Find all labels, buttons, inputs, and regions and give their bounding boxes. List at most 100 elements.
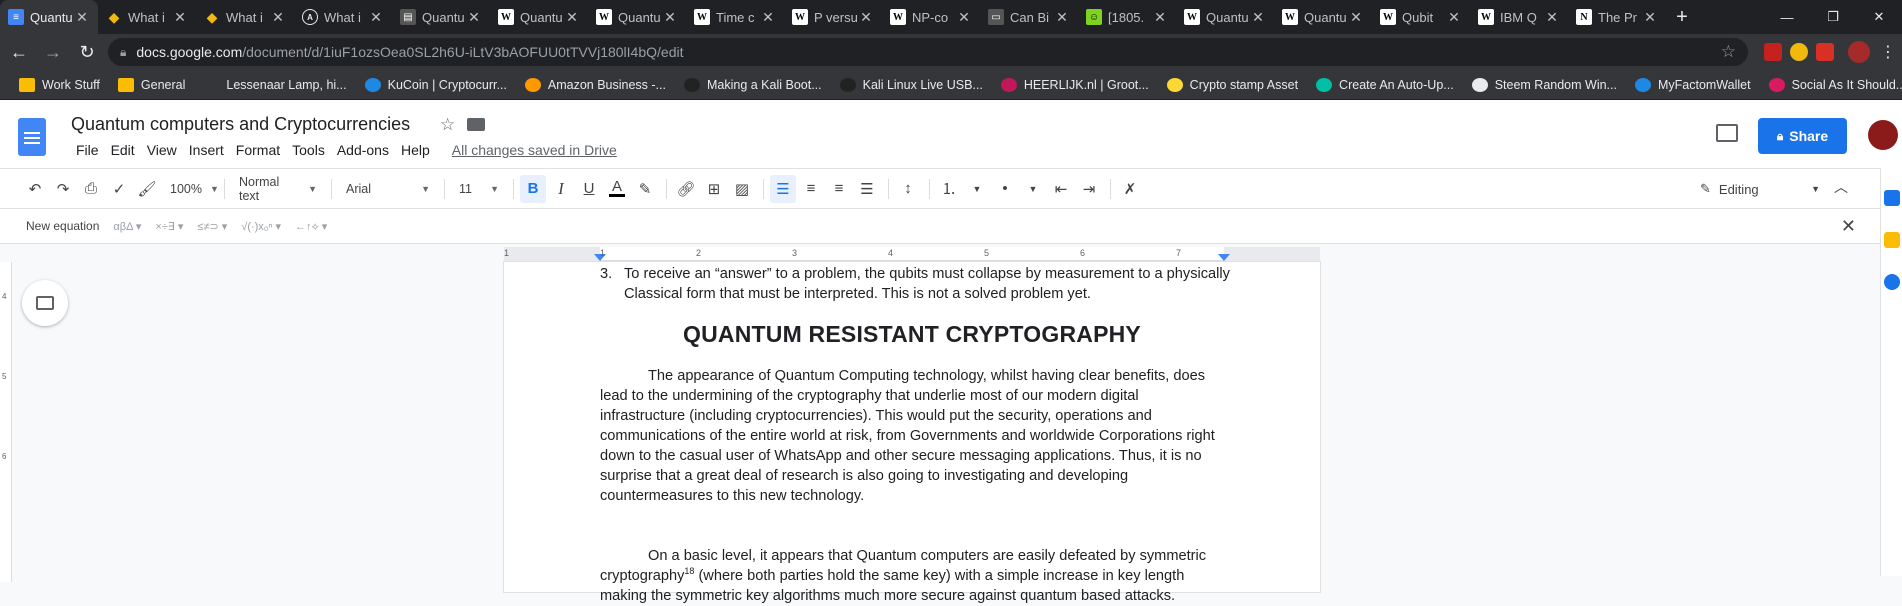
print-icon[interactable]: ⎙ — [78, 175, 104, 203]
zoom-select[interactable]: 100% ▼ — [162, 175, 219, 203]
browser-tab[interactable]: W Quantu ✕ — [588, 0, 686, 34]
close-tab-icon[interactable]: ✕ — [74, 9, 90, 26]
browser-tab[interactable]: N The Pr ✕ — [1568, 0, 1666, 34]
menu-file[interactable]: File — [70, 142, 105, 158]
menu-insert[interactable]: Insert — [183, 142, 230, 158]
bookmark-item[interactable]: HEERLIJK.nl | Groot... — [992, 77, 1158, 92]
close-tab-icon[interactable]: ✕ — [1642, 9, 1658, 26]
caret-down-icon[interactable]: ▼ — [1020, 175, 1046, 203]
document-outline-button[interactable] — [22, 280, 68, 326]
bookmark-star-icon[interactable]: ☆ — [1721, 42, 1736, 62]
extension-icon[interactable] — [1764, 43, 1782, 61]
browser-tab[interactable]: ☺ [1805. ✕ — [1078, 0, 1176, 34]
list-item[interactable]: 3. To receive an “answer” to a problem, … — [600, 264, 1234, 304]
bookmark-item[interactable]: Amazon Business -... — [516, 77, 675, 92]
browser-tab[interactable]: W Quantu ✕ — [1274, 0, 1372, 34]
style-select[interactable]: Normal text ▼ — [231, 175, 325, 203]
browser-tab[interactable]: ▤ Quantu ✕ — [392, 0, 490, 34]
underline-button[interactable]: U — [576, 175, 602, 203]
user-avatar[interactable] — [1868, 120, 1898, 150]
bookmark-item[interactable]: Work Stuff — [10, 77, 109, 92]
bookmark-item[interactable]: Steem Random Win... — [1463, 77, 1626, 92]
equation-symbol-group[interactable]: √(·)x₀ⁿ ▾ — [241, 221, 281, 233]
browser-tab[interactable]: ◆ What i ✕ — [98, 0, 196, 34]
tasks-icon[interactable] — [1884, 274, 1900, 290]
forward-arrow-icon[interactable]: → — [38, 37, 68, 67]
editing-mode-select[interactable]: ✎ Editing ▼ — [1700, 175, 1820, 203]
close-tab-icon[interactable]: ✕ — [1446, 9, 1462, 26]
align-left-icon[interactable]: ☰ — [770, 174, 796, 203]
close-tab-icon[interactable]: ✕ — [466, 9, 482, 26]
line-spacing-icon[interactable]: ↕ — [895, 175, 921, 203]
profile-avatar[interactable] — [1848, 41, 1870, 63]
vertical-ruler[interactable]: 4 5 6 — [0, 262, 12, 582]
browser-tab[interactable]: W Qubit ✕ — [1372, 0, 1470, 34]
close-window-icon[interactable]: ✕ — [1856, 0, 1902, 34]
comments-icon[interactable] — [1716, 124, 1738, 142]
browser-tab[interactable]: ≡ Quantu ✕ — [0, 0, 98, 34]
caret-down-icon[interactable]: ▼ — [964, 175, 990, 203]
equation-symbol-group[interactable]: ≤≠⊃ ▾ — [197, 221, 227, 233]
close-tab-icon[interactable]: ✕ — [172, 9, 188, 26]
highlight-icon[interactable]: ✎ — [632, 175, 658, 203]
menu-tools[interactable]: Tools — [286, 142, 331, 158]
back-arrow-icon[interactable]: ← — [4, 37, 34, 67]
close-tab-icon[interactable]: ✕ — [1544, 9, 1560, 26]
new-equation-button[interactable]: New equation — [26, 219, 99, 233]
spellcheck-icon[interactable]: ✓ — [106, 175, 132, 203]
reload-icon[interactable]: ↻ — [72, 37, 102, 67]
bookmark-item[interactable]: Kali Linux Live USB... — [831, 77, 992, 92]
extension-icon[interactable] — [1816, 43, 1834, 61]
font-select[interactable]: Arial ▼ — [338, 175, 438, 203]
browser-tab[interactable]: ◆ What i ✕ — [196, 0, 294, 34]
extension-icon[interactable] — [1790, 43, 1808, 61]
browser-tab[interactable]: W Quantu ✕ — [1176, 0, 1274, 34]
text-color-button[interactable]: A — [604, 175, 630, 203]
paragraph[interactable]: The appearance of Quantum Computing tech… — [600, 366, 1224, 506]
align-right-icon[interactable]: ≡ — [826, 175, 852, 203]
menu-edit[interactable]: Edit — [105, 142, 141, 158]
menu-help[interactable]: Help — [395, 142, 436, 158]
browser-menu-icon[interactable]: ⋮ — [1880, 42, 1896, 62]
document-title[interactable]: Quantum computers and Cryptocurrencies — [71, 114, 410, 135]
share-button[interactable]: 🔒︎ Share — [1758, 118, 1847, 154]
bookmark-item[interactable]: KuCoin | Cryptocurr... — [356, 77, 516, 92]
close-tab-icon[interactable]: ✕ — [858, 9, 874, 26]
new-tab-icon[interactable]: + — [1666, 0, 1698, 34]
bookmark-item[interactable]: General — [109, 77, 194, 92]
save-status[interactable]: All changes saved in Drive — [446, 142, 623, 158]
equation-symbol-group[interactable]: αβΔ ▾ — [113, 221, 141, 233]
close-equation-icon[interactable]: ✕ — [1841, 216, 1856, 237]
star-icon[interactable]: ☆ — [440, 115, 455, 135]
browser-tab[interactable]: W NP-co ✕ — [882, 0, 980, 34]
bookmark-item[interactable]: Social As It Should... — [1760, 77, 1902, 92]
close-tab-icon[interactable]: ✕ — [956, 9, 972, 26]
close-tab-icon[interactable]: ✕ — [1152, 9, 1168, 26]
close-tab-icon[interactable]: ✕ — [270, 9, 286, 26]
section-heading[interactable]: QUANTUM RESISTANT CRYPTOGRAPHY — [504, 323, 1320, 346]
document-page[interactable]: 3. To receive an “answer” to a problem, … — [504, 262, 1320, 604]
font-size-select[interactable]: 11 ▼ — [451, 175, 507, 203]
right-indent-marker[interactable] — [1218, 254, 1230, 261]
close-tab-icon[interactable]: ✕ — [1054, 9, 1070, 26]
close-tab-icon[interactable]: ✕ — [1250, 9, 1266, 26]
decrease-indent-icon[interactable]: ⇤ — [1048, 175, 1074, 203]
bookmark-item[interactable]: Lessenaar Lamp, hi... — [194, 77, 355, 92]
paint-format-icon[interactable]: 🖌︎ — [134, 175, 160, 203]
equation-symbol-group[interactable]: ×÷∃ ▾ — [155, 221, 183, 233]
paragraph[interactable]: On a basic level, it appears that Quantu… — [600, 546, 1224, 606]
horizontal-ruler[interactable]: 1 1 2 3 4 5 6 7 — [504, 247, 1320, 261]
bold-button[interactable]: B — [520, 174, 546, 203]
browser-tab[interactable]: W IBM Q ✕ — [1470, 0, 1568, 34]
link-icon[interactable]: 🔗︎ — [673, 175, 699, 203]
bulleted-list-icon[interactable]: • — [992, 175, 1018, 203]
browser-tab[interactable]: W Time c ✕ — [686, 0, 784, 34]
close-tab-icon[interactable]: ✕ — [760, 9, 776, 26]
folder-icon[interactable] — [467, 118, 486, 131]
address-bar[interactable]: 🔒︎ docs.google.com/document/d/1iuF1ozsOe… — [108, 38, 1748, 66]
calendar-icon[interactable] — [1884, 190, 1900, 206]
redo-icon[interactable]: ↷ — [50, 175, 76, 203]
insert-image-icon[interactable]: ▨ — [729, 175, 755, 203]
close-tab-icon[interactable]: ✕ — [662, 9, 678, 26]
bookmark-item[interactable]: Crypto stamp Asset — [1158, 77, 1307, 92]
